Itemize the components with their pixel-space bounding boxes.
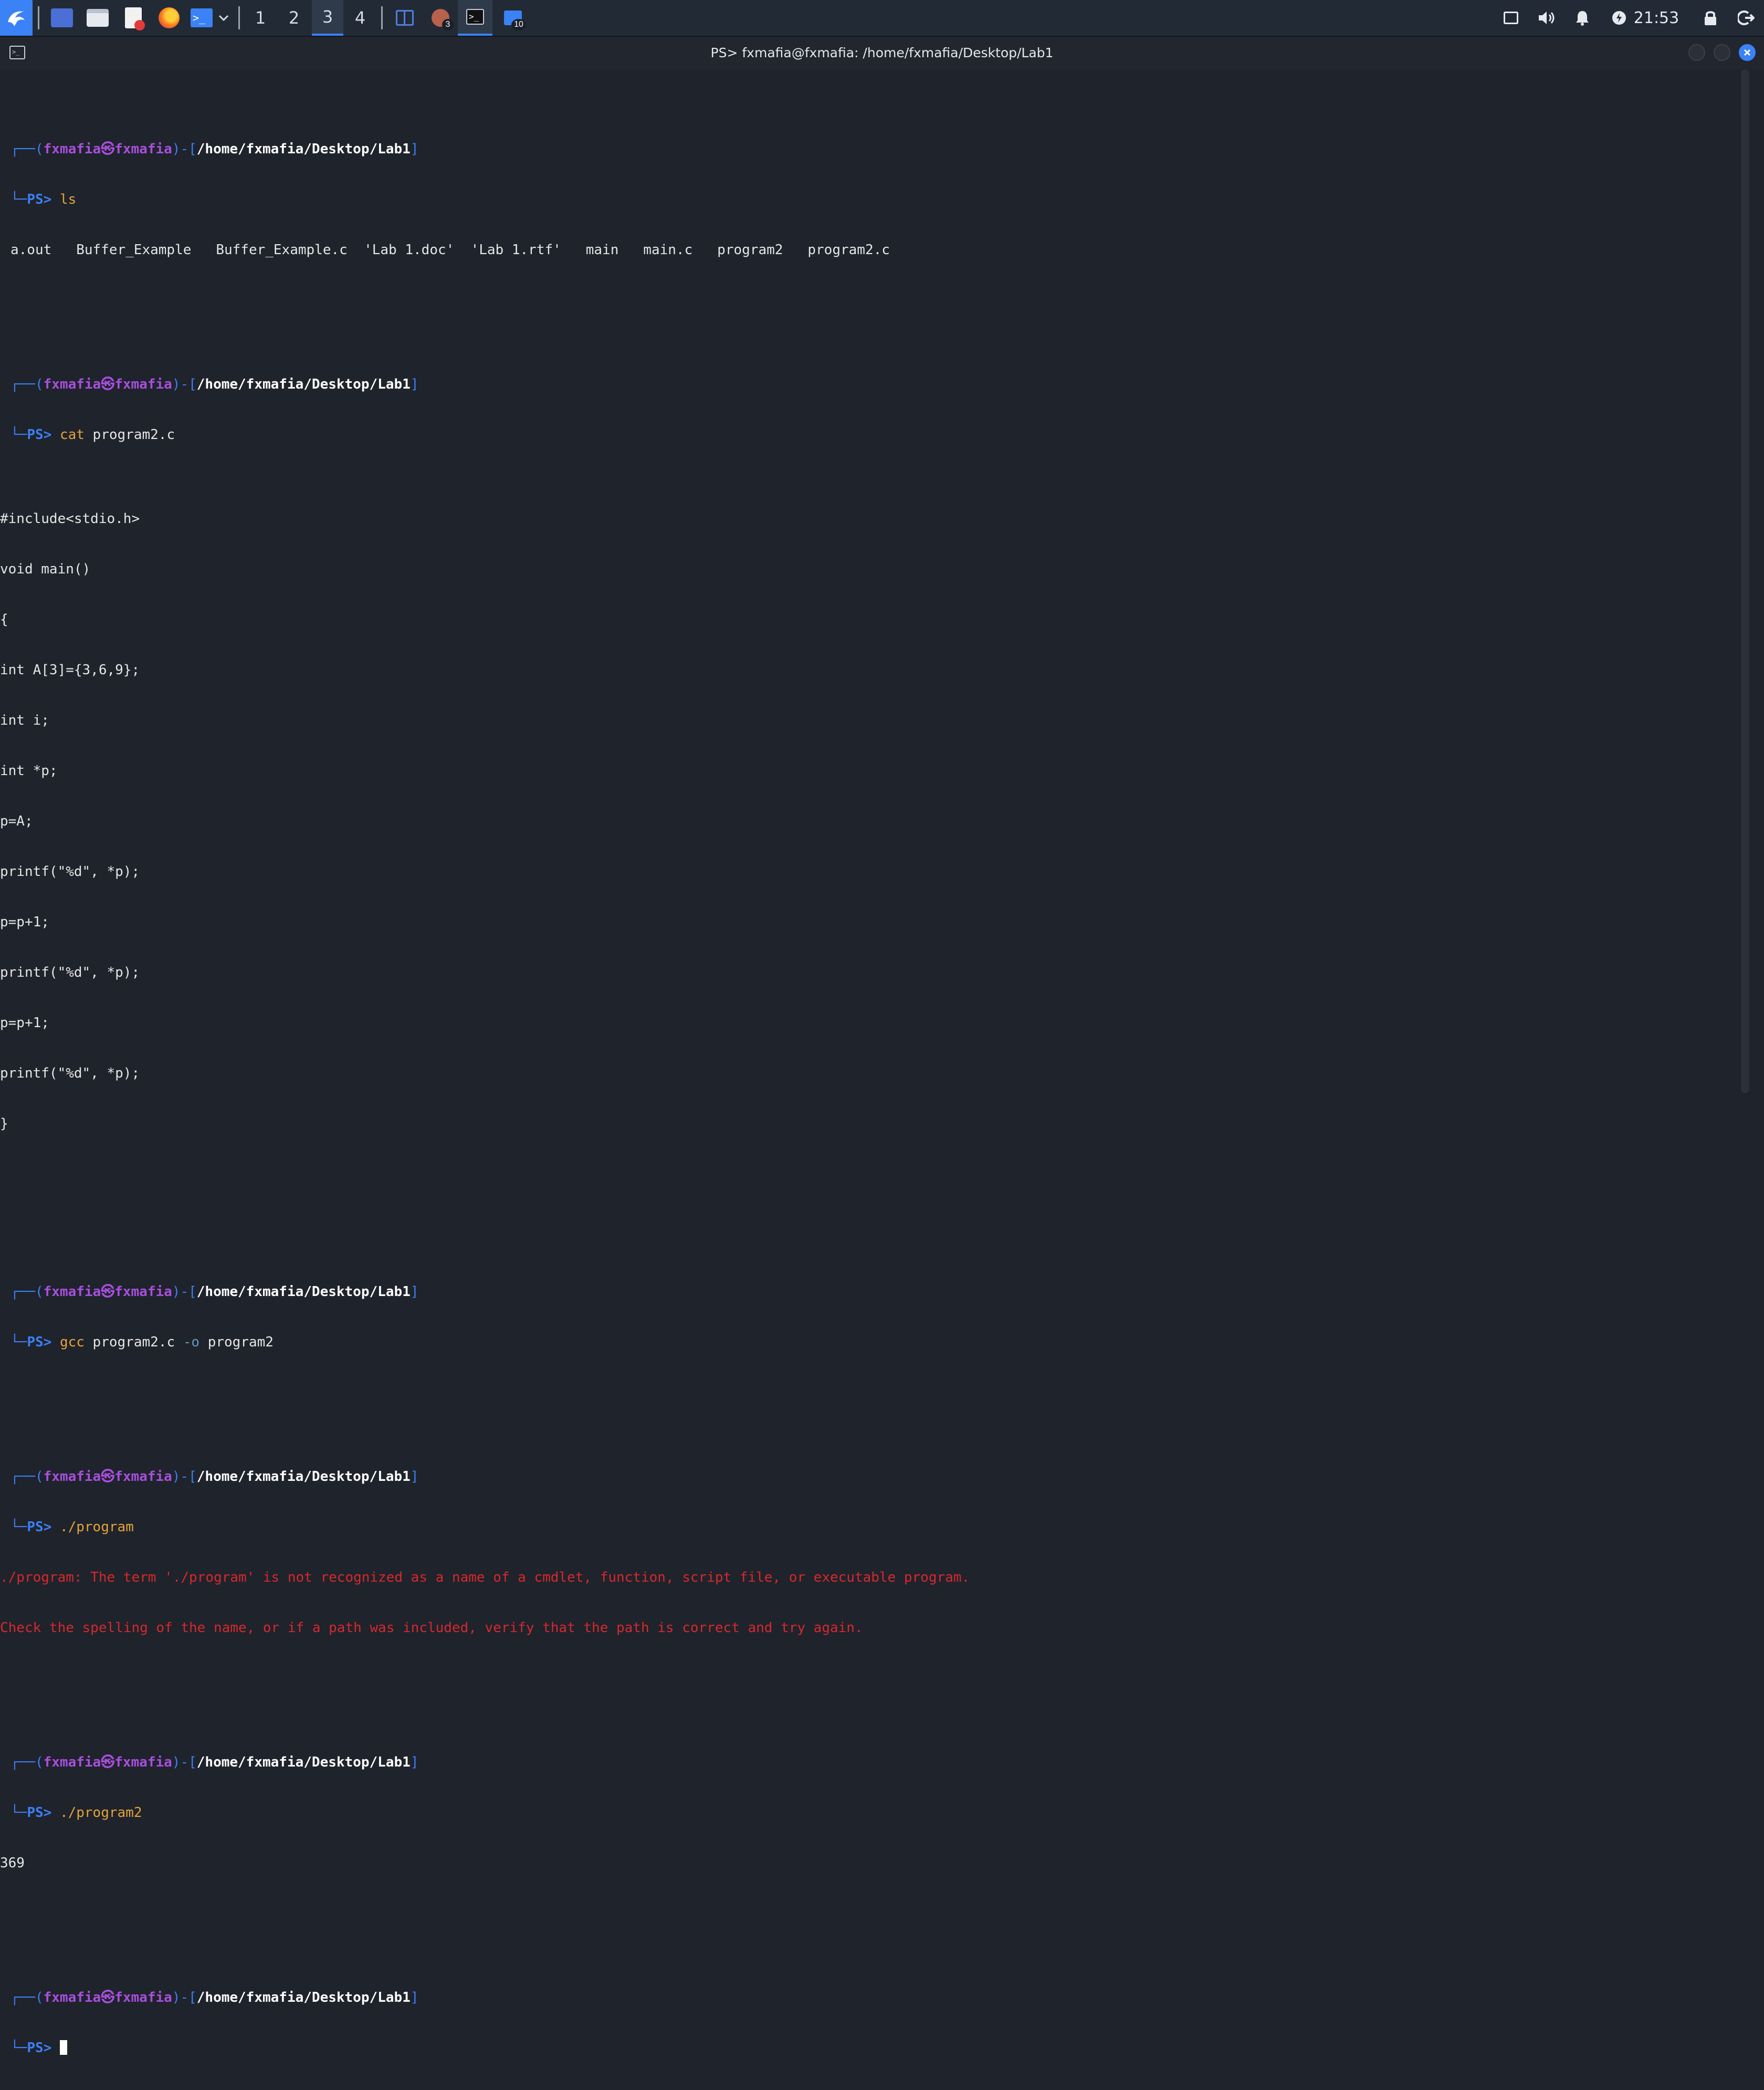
prompt-header: ┌──(fxmafia㉿fxmafia)-[/home/fxmafia/Desk… — [10, 1284, 419, 1300]
terminal-launcher-icon: >_ — [191, 8, 213, 27]
text-editor-button[interactable] — [120, 0, 147, 36]
terminal-scrollbar[interactable] — [1741, 69, 1749, 1093]
command: ls — [59, 192, 77, 207]
close-button[interactable] — [1739, 44, 1756, 61]
text-editor-icon — [125, 7, 145, 30]
clock[interactable]: 21:53 — [1633, 0, 1680, 36]
workspace-1[interactable]: 1 — [245, 0, 276, 36]
window-titlebar[interactable]: >_ PS> fxmafia@fxmafia: /home/fxmafia/De… — [0, 37, 1764, 69]
volume-button[interactable] — [1535, 0, 1558, 36]
prompt-line: └─PS> ./program — [10, 1519, 134, 1535]
workspace-2[interactable]: 2 — [278, 0, 310, 36]
code-line: p=p+1; — [0, 914, 49, 930]
file-manager-button[interactable] — [84, 0, 111, 36]
code-line: printf("%d", *p); — [0, 1065, 140, 1081]
kali-dragon-icon — [8, 11, 25, 26]
error-message: ./program: The term './program' is not r… — [0, 1570, 970, 1585]
command: ./program2 — [59, 1805, 142, 1821]
book-icon — [396, 10, 414, 26]
launcher-dropdown[interactable] — [215, 0, 232, 36]
prompt-line: └─PS> ls — [10, 192, 77, 207]
terminal-icon: >_ — [466, 9, 484, 25]
lock-icon — [1705, 11, 1716, 25]
minimize-button[interactable] — [1688, 44, 1705, 61]
bell-icon — [1576, 11, 1589, 26]
code-line: p=p+1; — [0, 1015, 49, 1031]
terminal-output: ┌──(fxmafia㉿fxmafia)-[/home/fxmafia/Desk… — [0, 90, 970, 2090]
code-line: #include<stdio.h> — [0, 511, 140, 527]
chevron-down-icon — [218, 15, 229, 22]
task-media-player[interactable]: 3 — [423, 0, 458, 36]
code-line: void main() — [0, 561, 91, 577]
code-line: { — [0, 612, 8, 628]
code-line: printf("%d", *p); — [0, 864, 140, 880]
firefox-icon — [159, 7, 180, 28]
prompt-line: └─PS> cat program2.c — [10, 427, 175, 443]
program-output: 369 — [0, 1855, 25, 1871]
code-line: p=A; — [0, 813, 33, 829]
command: ./program — [59, 1519, 134, 1535]
prompt-header: ┌──(fxmafia㉿fxmafia)-[/home/fxmafia/Desk… — [10, 1469, 419, 1485]
prompt-line: └─PS> ./program2 — [10, 1805, 142, 1821]
taskbar-separator — [381, 6, 383, 29]
taskbar-separator — [238, 6, 240, 29]
prompt-line: └─PS> gcc program2.c -o program2 — [10, 1334, 274, 1350]
taskbar: >_ 1 2 3 4 3 >_ 10 21:53 — [0, 0, 1764, 37]
command: gcc — [59, 1334, 85, 1350]
task-count-badge: 10 — [511, 19, 526, 30]
power-manager-button[interactable] — [1609, 0, 1630, 36]
terminal-launcher-button[interactable]: >_ — [189, 0, 214, 36]
prompt-header: ┌──(fxmafia㉿fxmafia)-[/home/fxmafia/Desk… — [10, 1754, 419, 1770]
code-line: int A[3]={3,6,9}; — [0, 662, 140, 678]
speaker-icon — [1539, 12, 1555, 24]
code-line: int i; — [0, 713, 49, 728]
prompt-header: ┌──(fxmafia㉿fxmafia)-[/home/fxmafia/Desk… — [10, 141, 419, 157]
task-document-viewer[interactable] — [387, 0, 422, 36]
folder-icon — [87, 9, 109, 27]
text-cursor — [59, 2040, 67, 2055]
prompt-header: ┌──(fxmafia㉿fxmafia)-[/home/fxmafia/Desk… — [10, 377, 419, 392]
error-message: Check the spelling of the name, or if a … — [0, 1620, 863, 1636]
close-icon — [1744, 49, 1751, 56]
screen-icon — [1504, 12, 1518, 24]
task-file-manager[interactable]: 10 — [496, 0, 530, 36]
command: cat — [59, 427, 85, 443]
kali-menu-button[interactable] — [0, 0, 33, 36]
window-title: PS> fxmafia@fxmafia: /home/fxmafia/Deskt… — [710, 45, 1054, 60]
clock-text: 21:53 — [1633, 8, 1679, 27]
power-status-icon — [1612, 11, 1626, 25]
notifications-button[interactable] — [1571, 0, 1594, 36]
lock-screen-button[interactable] — [1699, 0, 1722, 36]
workspace-3[interactable]: 3 — [312, 0, 343, 36]
prompt-header: ┌──(fxmafia㉿fxmafia)-[/home/fxmafia/Desk… — [10, 1990, 419, 2005]
workspace-switcher-tray[interactable] — [1499, 0, 1522, 36]
workspace-4[interactable]: 4 — [344, 0, 376, 36]
ls-output: a.out Buffer_Example Buffer_Example.c 'L… — [10, 242, 890, 258]
terminal-area[interactable]: ┌──(fxmafia㉿fxmafia)-[/home/fxmafia/Desk… — [0, 69, 1764, 2056]
logout-icon — [1738, 11, 1755, 25]
code-line: int *p; — [0, 763, 58, 779]
task-terminal[interactable]: >_ — [458, 0, 492, 36]
taskbar-separator — [38, 6, 39, 29]
code-listing: #include<stdio.h> void main() { int A[3]… — [0, 477, 970, 1166]
logout-button[interactable] — [1735, 0, 1758, 36]
code-line: } — [0, 1116, 8, 1132]
desktop-icon — [51, 8, 73, 27]
maximize-button[interactable] — [1714, 44, 1730, 61]
active-prompt-line[interactable]: └─PS> — [10, 2040, 970, 2056]
firefox-button[interactable] — [155, 0, 183, 36]
task-count-badge: 3 — [442, 19, 454, 30]
show-desktop-button[interactable] — [48, 0, 76, 36]
code-line: printf("%d", *p); — [0, 965, 140, 980]
